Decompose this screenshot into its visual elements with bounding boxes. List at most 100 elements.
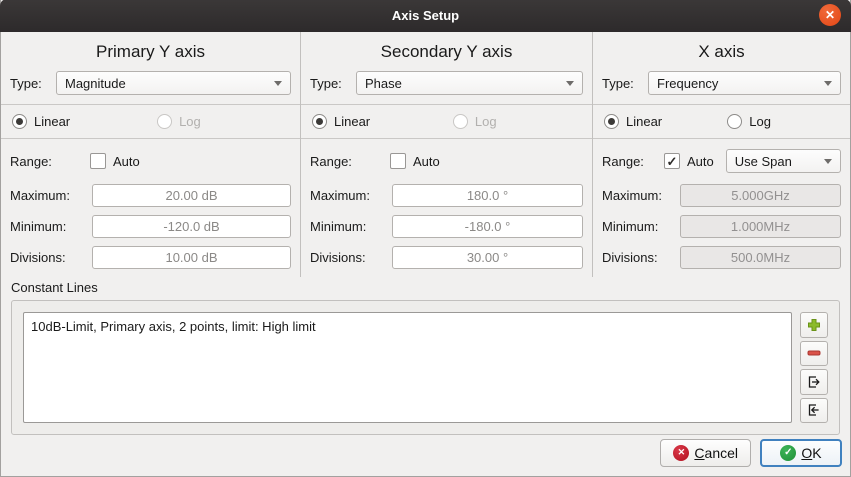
- cancel-label: Cancel: [694, 445, 738, 461]
- dialog-footer: ✕ Cancel ✓ OK: [1, 435, 850, 476]
- minimum-label: Minimum:: [10, 219, 92, 234]
- plus-icon: [806, 317, 822, 333]
- ok-check-icon: ✓: [780, 445, 796, 461]
- type-select[interactable]: Phase: [356, 71, 583, 95]
- type-label: Type:: [310, 76, 356, 91]
- constant-lines-toolbar: [800, 312, 828, 423]
- panel-header: Primary Y axis: [10, 37, 291, 71]
- constant-lines-group: 10dB-Limit, Primary axis, 2 points, limi…: [11, 300, 840, 435]
- import-icon: [806, 402, 822, 418]
- auto-label: Auto: [113, 154, 140, 169]
- export-icon: [806, 374, 822, 390]
- minimum-label: Minimum:: [602, 219, 680, 234]
- panel-primary-y-axis: Primary Y axis Type: Magnitude Linear Lo…: [1, 32, 301, 277]
- type-value: Magnitude: [65, 76, 274, 91]
- panel-x-axis: X axis Type: Frequency Linear Log: [593, 32, 850, 277]
- maximum-input: [680, 184, 841, 207]
- separator: [301, 104, 592, 105]
- maximum-input[interactable]: [92, 184, 291, 207]
- axis-columns: Primary Y axis Type: Magnitude Linear Lo…: [1, 32, 850, 277]
- minimum-input[interactable]: [392, 215, 583, 238]
- maximum-input[interactable]: [392, 184, 583, 207]
- span-mode-value: Use Span: [735, 154, 824, 169]
- minimum-label: Minimum:: [310, 219, 392, 234]
- radio-selected-icon: [12, 114, 27, 129]
- separator: [301, 138, 592, 139]
- log-radio: Log: [157, 114, 201, 129]
- type-value: Frequency: [657, 76, 824, 91]
- auto-checkbox[interactable]: ✓ Auto: [664, 153, 714, 169]
- log-label: Log: [749, 114, 771, 129]
- linear-label: Linear: [34, 114, 70, 129]
- divisions-input: [680, 246, 841, 269]
- dropdown-arrow-icon: [274, 81, 282, 86]
- cancel-button[interactable]: ✕ Cancel: [660, 439, 751, 467]
- range-label: Range:: [310, 154, 390, 169]
- cancel-cross-icon: ✕: [673, 445, 689, 461]
- type-select[interactable]: Frequency: [648, 71, 841, 95]
- divisions-label: Divisions:: [10, 250, 92, 265]
- dropdown-arrow-icon: [824, 81, 832, 86]
- radio-icon: [453, 114, 468, 129]
- type-label: Type:: [602, 76, 648, 91]
- axis-setup-dialog: Axis Setup ✕ Primary Y axis Type: Magnit…: [0, 0, 851, 477]
- range-label: Range:: [602, 154, 664, 169]
- separator: [1, 104, 300, 105]
- auto-checkbox[interactable]: Auto: [90, 153, 140, 169]
- linear-radio[interactable]: Linear: [12, 114, 157, 129]
- panel-header: X axis: [602, 37, 841, 71]
- checkbox-checked-icon: ✓: [664, 153, 680, 169]
- auto-label: Auto: [687, 154, 714, 169]
- maximum-label: Maximum:: [310, 188, 392, 203]
- span-mode-select[interactable]: Use Span: [726, 149, 841, 173]
- checkbox-icon: [90, 153, 106, 169]
- radio-icon: [727, 114, 742, 129]
- ok-button[interactable]: ✓ OK: [760, 439, 842, 467]
- maximum-label: Maximum:: [602, 188, 680, 203]
- list-item[interactable]: 10dB-Limit, Primary axis, 2 points, limi…: [31, 317, 784, 336]
- add-button[interactable]: [800, 312, 828, 338]
- linear-radio[interactable]: Linear: [604, 114, 727, 129]
- constant-lines-list[interactable]: 10dB-Limit, Primary axis, 2 points, limi…: [23, 312, 792, 423]
- separator: [1, 138, 300, 139]
- separator: [593, 138, 850, 139]
- close-icon: ✕: [825, 9, 835, 21]
- panel-header: Secondary Y axis: [310, 37, 583, 71]
- linear-label: Linear: [626, 114, 662, 129]
- ok-label: OK: [801, 445, 821, 461]
- minimum-input[interactable]: [92, 215, 291, 238]
- log-radio: Log: [453, 114, 497, 129]
- type-select[interactable]: Magnitude: [56, 71, 291, 95]
- divisions-input[interactable]: [92, 246, 291, 269]
- auto-label: Auto: [413, 154, 440, 169]
- minimum-input: [680, 215, 841, 238]
- titlebar[interactable]: Axis Setup ✕: [0, 0, 851, 32]
- type-label: Type:: [10, 76, 56, 91]
- constant-lines-label: Constant Lines: [11, 280, 840, 295]
- remove-button[interactable]: [800, 341, 828, 367]
- divisions-label: Divisions:: [602, 250, 680, 265]
- auto-checkbox[interactable]: Auto: [390, 153, 440, 169]
- type-value: Phase: [365, 76, 566, 91]
- import-button[interactable]: [800, 398, 828, 424]
- radio-icon: [157, 114, 172, 129]
- linear-label: Linear: [334, 114, 370, 129]
- window-title: Axis Setup: [392, 8, 459, 23]
- separator: [593, 104, 850, 105]
- divisions-input[interactable]: [392, 246, 583, 269]
- linear-radio[interactable]: Linear: [312, 114, 453, 129]
- log-radio[interactable]: Log: [727, 114, 771, 129]
- range-label: Range:: [10, 154, 90, 169]
- panel-secondary-y-axis: Secondary Y axis Type: Phase Linear Log: [301, 32, 593, 277]
- constant-lines-section: Constant Lines 10dB-Limit, Primary axis,…: [1, 277, 850, 435]
- close-button[interactable]: ✕: [819, 4, 841, 26]
- log-label: Log: [179, 114, 201, 129]
- radio-selected-icon: [312, 114, 327, 129]
- minus-icon: [806, 345, 822, 361]
- maximum-label: Maximum:: [10, 188, 92, 203]
- divisions-label: Divisions:: [310, 250, 392, 265]
- dropdown-arrow-icon: [824, 159, 832, 164]
- radio-selected-icon: [604, 114, 619, 129]
- log-label: Log: [475, 114, 497, 129]
- export-button[interactable]: [800, 369, 828, 395]
